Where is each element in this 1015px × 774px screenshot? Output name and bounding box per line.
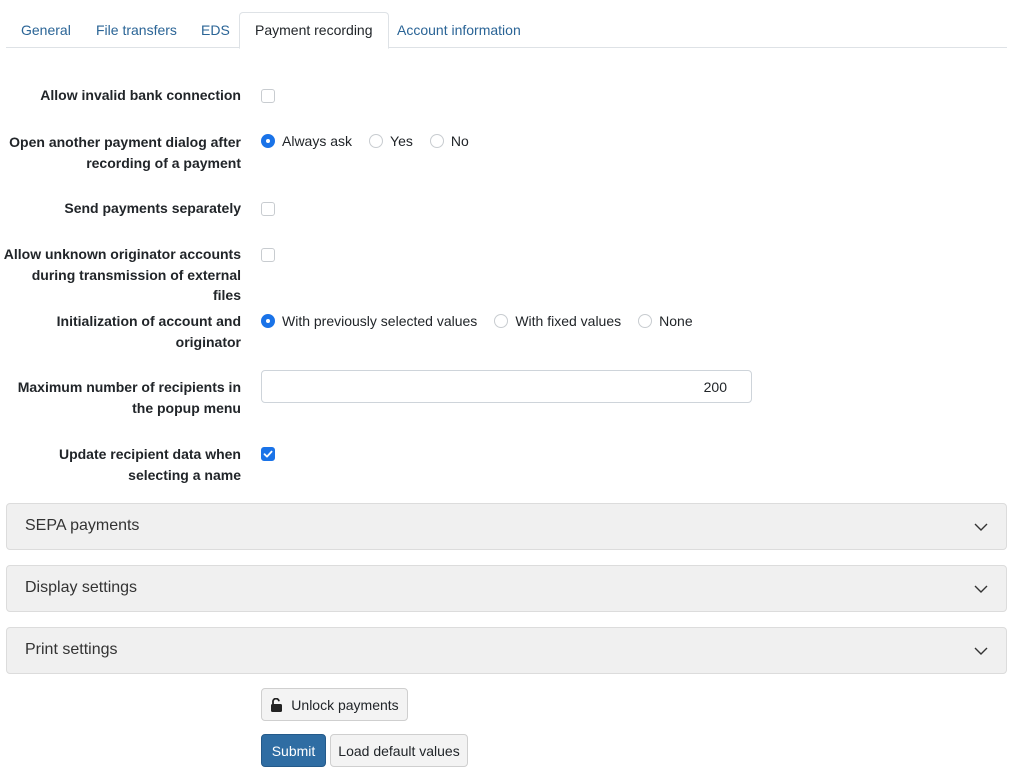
- radio-previously-selected-label: With previously selected values: [282, 313, 478, 329]
- tab-general[interactable]: General: [6, 12, 86, 48]
- submit-label: Submit: [271, 742, 316, 759]
- radio-no-control[interactable]: [429, 134, 444, 148]
- submit-button[interactable]: Submit: [261, 734, 326, 767]
- unlock-payments-label: Unlock payments: [291, 696, 399, 713]
- sepa-payments-section[interactable]: SEPA payments: [6, 503, 1007, 550]
- initialization-radio-group: With previously selected values With fix…: [261, 311, 710, 331]
- radio-none[interactable]: None: [638, 313, 693, 329]
- update-recipient-label-line2: selecting a name: [128, 466, 241, 483]
- send-separately-checkbox[interactable]: [261, 202, 275, 216]
- max-recipients-label-line1: Maximum number of recipients in: [17, 379, 241, 395]
- radio-always-ask[interactable]: Always ask: [261, 133, 352, 149]
- radio-fixed-values-control[interactable]: [494, 314, 509, 328]
- initialization-label-line2: originator: [175, 333, 241, 350]
- allow-invalid-bank-label: Allow invalid bank connection: [40, 87, 241, 103]
- radio-always-ask-label: Always ask: [282, 133, 353, 149]
- open-another-dialog-label: Open another payment dialog after record…: [1, 132, 241, 173]
- allow-unknown-originator-checkbox[interactable]: [261, 248, 275, 262]
- max-recipients-input[interactable]: [261, 370, 752, 403]
- initialization-label-line1: Initialization of account and: [56, 313, 241, 329]
- radio-previously-selected-control[interactable]: [261, 314, 275, 328]
- display-settings-title: Display settings: [25, 579, 138, 596]
- radio-none-label: None: [659, 313, 693, 329]
- initialization-label: Initialization of account and originator: [1, 311, 241, 352]
- radio-yes-control[interactable]: [369, 134, 384, 148]
- tab-file-transfers[interactable]: File transfers: [81, 12, 192, 48]
- update-recipient-label-line1: Update recipient data when: [58, 446, 241, 462]
- sepa-payments-title: SEPA payments: [25, 517, 140, 534]
- load-default-values-label: Load default values: [338, 742, 460, 759]
- radio-yes[interactable]: Yes: [369, 133, 413, 149]
- max-recipients-label: Maximum number of recipients in the popu…: [1, 377, 241, 418]
- update-recipient-label: Update recipient data when selecting a n…: [1, 444, 241, 485]
- unlock-payments-button[interactable]: Unlock payments: [261, 688, 408, 721]
- allow-unknown-originator-label-line1: Allow unknown originator accounts: [3, 246, 241, 262]
- allow-unknown-originator-label: Allow unknown originator accounts during…: [1, 244, 241, 306]
- open-another-dialog-label-line2: recording of a payment: [86, 154, 241, 171]
- max-recipients-label-line2: the popup menu: [132, 399, 241, 416]
- chevron-down-icon: [974, 523, 988, 531]
- unlock-icon: [270, 697, 283, 712]
- open-another-dialog-label-line1: Open another payment dialog after: [9, 134, 241, 150]
- radio-previously-selected[interactable]: With previously selected values: [261, 313, 477, 329]
- tab-account-information[interactable]: Account information: [382, 12, 536, 48]
- send-separately-label: Send payments separately: [64, 200, 241, 216]
- load-default-values-button[interactable]: Load default values: [330, 734, 468, 767]
- radio-fixed-values[interactable]: With fixed values: [494, 313, 621, 329]
- radio-fixed-values-label: With fixed values: [515, 313, 622, 329]
- print-settings-section[interactable]: Print settings: [6, 627, 1007, 674]
- update-recipient-checkbox[interactable]: [261, 447, 275, 461]
- open-another-dialog-radio-group: Always ask Yes No: [261, 131, 486, 151]
- radio-no-label: No: [450, 133, 469, 149]
- allow-invalid-bank-checkbox[interactable]: [261, 89, 275, 103]
- radio-none-control[interactable]: [638, 314, 653, 328]
- allow-unknown-originator-label-line2: during transmission of external files: [31, 266, 241, 304]
- tab-eds[interactable]: EDS: [186, 12, 245, 48]
- print-settings-title: Print settings: [25, 641, 118, 658]
- radio-yes-label: Yes: [390, 133, 413, 149]
- radio-always-ask-control[interactable]: [261, 134, 275, 148]
- radio-no[interactable]: No: [429, 133, 469, 149]
- chevron-down-icon: [974, 647, 988, 655]
- checkmark-icon: [263, 450, 273, 458]
- display-settings-section[interactable]: Display settings: [6, 565, 1007, 612]
- chevron-down-icon: [974, 585, 988, 593]
- tab-payment-recording[interactable]: Payment recording: [239, 12, 389, 49]
- settings-tabs: General File transfers EDS Payment recor…: [6, 12, 1007, 49]
